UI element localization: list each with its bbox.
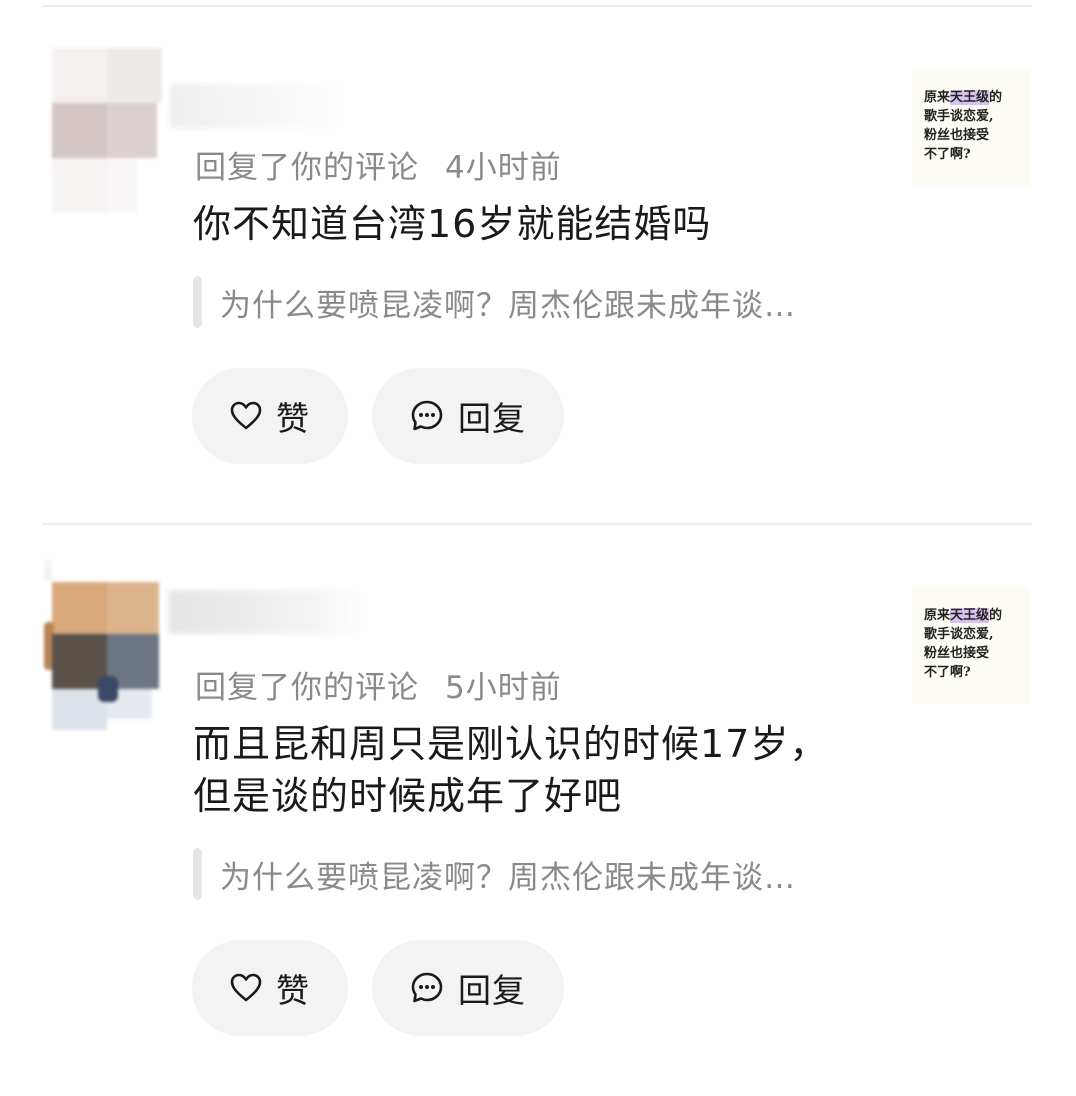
chat-bubble-icon xyxy=(411,972,443,1003)
avatar-blurred[interactable] xyxy=(40,48,170,218)
thumb-line-4: 不了啊? xyxy=(924,665,971,680)
quoted-comment[interactable]: 为什么要喷昆凌啊？周杰伦跟未成年谈… xyxy=(193,276,796,328)
thumb-line-2: 歌手谈恋爱, xyxy=(924,109,994,124)
reply-label: 回复 xyxy=(458,399,526,438)
heart-outline-icon xyxy=(230,401,262,430)
quote-bar xyxy=(193,276,202,328)
quoted-comment-text: 为什么要喷昆凌啊？周杰伦跟未成年谈… xyxy=(220,859,796,896)
reply-button[interactable]: 回复 xyxy=(372,368,564,464)
reply-body[interactable]: 你不知道台湾16岁就能结婚吗 xyxy=(193,198,873,250)
avatar-blurred[interactable] xyxy=(40,560,170,730)
divider-middle xyxy=(42,523,1032,525)
reply-body-line: 而且昆和周只是刚认识的时候17岁， xyxy=(193,722,829,766)
username-blurred[interactable] xyxy=(170,84,350,128)
reply-action-text: 回复了你的评论 xyxy=(195,670,419,706)
username-blurred[interactable] xyxy=(168,590,368,634)
reply-body-line: 但是谈的时候成年了好吧 xyxy=(193,774,623,818)
like-label: 赞 xyxy=(276,399,310,438)
chat-bubble-icon xyxy=(411,400,443,431)
reply-button[interactable]: 回复 xyxy=(372,940,564,1036)
thumb-line-2: 歌手谈恋爱, xyxy=(924,627,994,642)
reply-time: 5小时前 xyxy=(445,670,562,706)
like-button[interactable]: 赞 xyxy=(192,940,348,1036)
reply-body[interactable]: 而且昆和周只是刚认识的时候17岁， 但是谈的时候成年了好吧 xyxy=(193,718,873,822)
like-button[interactable]: 赞 xyxy=(192,368,348,464)
reply-label: 回复 xyxy=(458,971,526,1010)
quoted-comment-text: 为什么要喷昆凌啊？周杰伦跟未成年谈… xyxy=(220,287,796,324)
like-label: 赞 xyxy=(276,971,310,1010)
post-thumbnail[interactable]: 原来天王级的 歌手谈恋爱, 粉丝也接受 不了啊? xyxy=(912,586,1030,704)
reply-time: 4小时前 xyxy=(445,150,562,186)
reply-meta: 回复了你的评论 4小时前 xyxy=(195,142,562,187)
quote-bar xyxy=(193,848,202,900)
reply-action-text: 回复了你的评论 xyxy=(195,150,419,186)
post-thumbnail[interactable]: 原来天王级的 歌手谈恋爱, 粉丝也接受 不了啊? xyxy=(912,68,1030,186)
thumb-line-1: 原来天王级的 xyxy=(924,608,1003,623)
thumb-line-3: 粉丝也接受 xyxy=(924,128,990,143)
thumb-line-1: 原来天王级的 xyxy=(924,90,1003,105)
divider-top xyxy=(42,5,1032,7)
quoted-comment[interactable]: 为什么要喷昆凌啊？周杰伦跟未成年谈… xyxy=(193,848,796,900)
heart-outline-icon xyxy=(230,973,262,1002)
thumb-line-4: 不了啊? xyxy=(924,147,971,162)
reply-meta: 回复了你的评论 5小时前 xyxy=(195,662,562,707)
thumb-line-3: 粉丝也接受 xyxy=(924,646,990,661)
reply-body-line: 你不知道台湾16岁就能结婚吗 xyxy=(193,202,712,246)
